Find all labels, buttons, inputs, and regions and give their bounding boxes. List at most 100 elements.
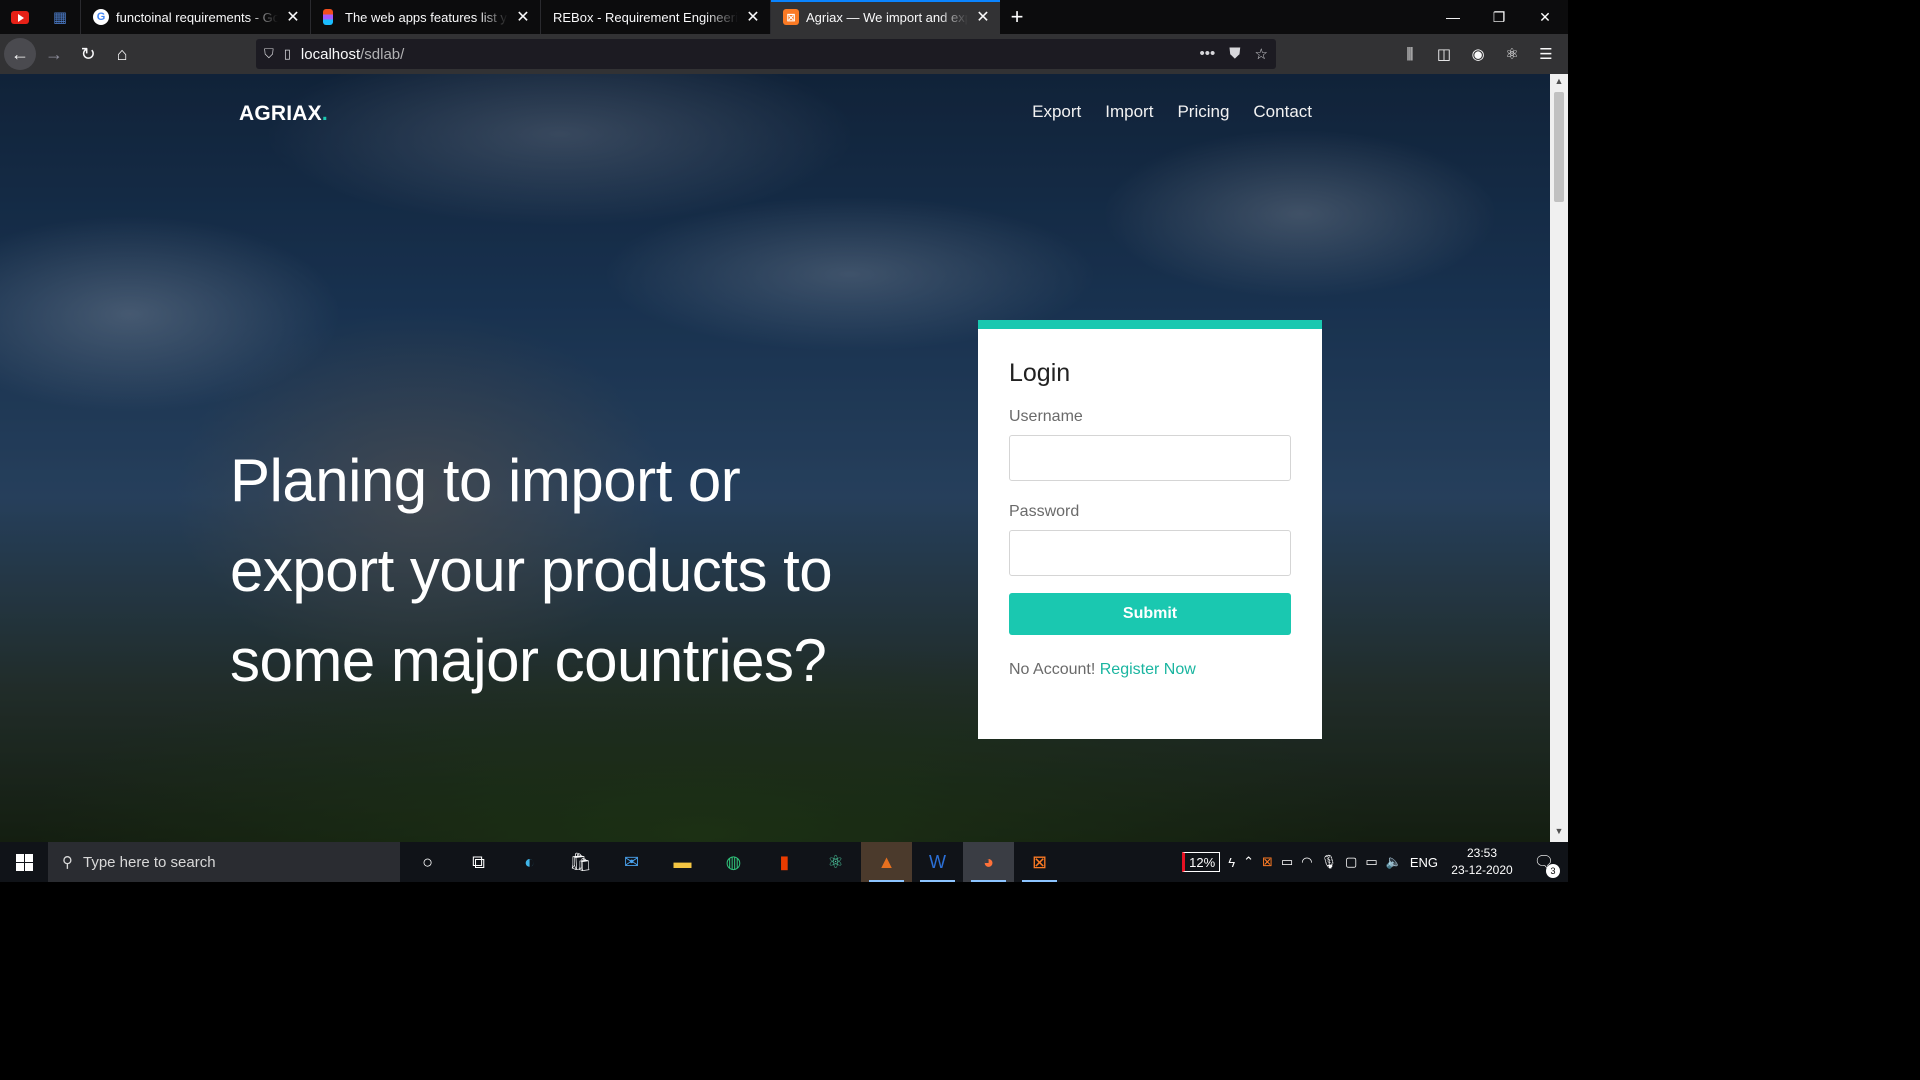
restore-button[interactable]: ❐ bbox=[1476, 0, 1522, 34]
taskbar: ⚲ Type here to search ○ ⧉ ◐ 🛍 ✉ ▬ ◍ ▮ ⚛ … bbox=[0, 842, 1568, 882]
tab-webapps[interactable]: The web apps features list you ✕ bbox=[310, 0, 540, 34]
no-account-text: No Account! bbox=[1009, 661, 1096, 678]
cortana-icon[interactable]: ○ bbox=[402, 842, 453, 882]
close-icon[interactable]: ✕ bbox=[744, 8, 762, 26]
account-icon[interactable]: ◉ bbox=[1464, 38, 1492, 70]
password-input[interactable] bbox=[1009, 530, 1291, 576]
nav-link-pricing[interactable]: Pricing bbox=[1177, 102, 1229, 122]
camera-icon[interactable]: ▭ bbox=[1281, 854, 1293, 870]
login-form: Login Username Password Submit No Accoun… bbox=[978, 320, 1322, 739]
url-path: /sdlab/ bbox=[360, 45, 405, 63]
wifi-icon[interactable]: ◠ bbox=[1301, 854, 1312, 870]
tab-title: functoinal requirements - Goo bbox=[116, 9, 278, 25]
pinned-tab-app[interactable]: ▦ bbox=[40, 0, 80, 34]
taskbar-apps: ○ ⧉ ◐ 🛍 ✉ ▬ ◍ ▮ ⚛ ▲ W ◕ ⊠ bbox=[402, 842, 1065, 882]
bookmark-star-icon[interactable]: ☆ bbox=[1255, 45, 1268, 63]
username-label: Username bbox=[1009, 408, 1083, 425]
tab-rebox[interactable]: REBox - Requirement Engineering ✕ bbox=[540, 0, 770, 34]
home-button[interactable]: ⌂ bbox=[106, 38, 138, 70]
action-icon[interactable]: ▢ bbox=[1345, 854, 1357, 870]
shield-icon[interactable]: ⛉ bbox=[264, 46, 274, 62]
microphone-icon[interactable]: 🎙 bbox=[1321, 854, 1338, 870]
site-nav: Export Import Pricing Contact bbox=[1032, 102, 1312, 122]
tab-title: REBox - Requirement Engineering bbox=[553, 9, 738, 25]
reload-button[interactable]: ↻ bbox=[72, 38, 104, 70]
pocket-icon[interactable]: ⛊ bbox=[1229, 45, 1240, 63]
back-button[interactable]: ← bbox=[4, 38, 36, 70]
extension-icon[interactable]: ⚛ bbox=[1498, 38, 1526, 70]
figma-icon bbox=[323, 9, 333, 25]
register-link[interactable]: Register Now bbox=[1100, 661, 1196, 678]
tab-google[interactable]: G functoinal requirements - Goo ✕ bbox=[80, 0, 310, 34]
browser-tab-bar: ▦ G functoinal requirements - Goo ✕ The … bbox=[0, 0, 1568, 34]
notification-center-button[interactable]: 🗨 3 bbox=[1526, 852, 1562, 878]
close-icon[interactable]: ✕ bbox=[514, 8, 532, 26]
tab-agriax[interactable]: ⊠ Agriax — We import and expor ✕ bbox=[770, 0, 1000, 34]
task-view-icon[interactable]: ⧉ bbox=[453, 842, 504, 882]
nav-link-contact[interactable]: Contact bbox=[1253, 102, 1312, 122]
new-tab-button[interactable]: + bbox=[1000, 0, 1034, 34]
clock-date: 23-12-2020 bbox=[1451, 863, 1513, 877]
matlab-icon[interactable]: ▲ bbox=[861, 842, 912, 882]
scroll-up-arrow-icon[interactable]: ▲ bbox=[1550, 76, 1568, 90]
nav-link-export[interactable]: Export bbox=[1032, 102, 1081, 122]
tab-title: The web apps features list you bbox=[345, 9, 508, 25]
system-tray: 12% ϟ ⌃ ⊠ ▭ ◠ 🎙 ▢ ▭ 🔈 ENG 23:53 23-12-20… bbox=[1182, 845, 1568, 879]
office-icon[interactable]: ▮ bbox=[759, 842, 810, 882]
tab-title: Agriax — We import and expor bbox=[806, 9, 968, 25]
edge-icon[interactable]: ◐ bbox=[504, 842, 555, 882]
url-host: localhost bbox=[300, 45, 361, 63]
page-scrollbar[interactable]: ▲ ▼ bbox=[1550, 74, 1568, 842]
window-controls: — ❐ ✕ bbox=[1430, 0, 1568, 34]
hero-headline: Planing to import or export your product… bbox=[230, 447, 833, 694]
app-icon: ▦ bbox=[52, 9, 68, 26]
close-icon[interactable]: ✕ bbox=[974, 8, 992, 26]
word-icon[interactable]: W bbox=[912, 842, 963, 882]
minimize-button[interactable]: — bbox=[1430, 0, 1476, 34]
google-icon: G bbox=[93, 9, 109, 25]
xampp-tray-icon[interactable]: ⊠ bbox=[1262, 854, 1273, 870]
file-explorer-icon[interactable]: ▬ bbox=[657, 842, 708, 882]
close-window-button[interactable]: ✕ bbox=[1522, 0, 1568, 34]
start-button[interactable] bbox=[0, 842, 48, 882]
username-input[interactable] bbox=[1009, 435, 1291, 481]
site-logo[interactable]: AGRIAX. bbox=[239, 102, 328, 126]
notification-count: 3 bbox=[1546, 864, 1560, 878]
battery-icon[interactable]: ▭ bbox=[1365, 854, 1377, 870]
firefox-icon[interactable]: ◕ bbox=[963, 842, 1014, 882]
scrollbar-thumb[interactable] bbox=[1554, 92, 1564, 202]
language-indicator[interactable]: ENG bbox=[1410, 855, 1438, 870]
taskbar-search[interactable]: ⚲ Type here to search bbox=[48, 842, 400, 882]
sidebar-icon[interactable]: ◫ bbox=[1430, 38, 1458, 70]
show-hidden-icons-icon[interactable]: ⌃ bbox=[1243, 854, 1254, 870]
xampp-icon[interactable]: ⊠ bbox=[1014, 842, 1065, 882]
close-icon[interactable]: ✕ bbox=[284, 8, 302, 26]
brand-name: AGRIAX bbox=[239, 102, 322, 125]
charging-icon: ϟ bbox=[1228, 854, 1236, 870]
xampp-icon: ⊠ bbox=[783, 9, 799, 25]
atom-icon[interactable]: ⚛ bbox=[810, 842, 861, 882]
volume-icon[interactable]: 🔈 bbox=[1386, 854, 1402, 870]
more-actions-icon[interactable]: ••• bbox=[1200, 45, 1216, 63]
battery-indicator[interactable]: 12% bbox=[1182, 852, 1221, 872]
login-title: Login bbox=[1009, 359, 1071, 387]
forward-button[interactable]: → bbox=[38, 38, 70, 70]
clock[interactable]: 23:53 23-12-2020 bbox=[1446, 845, 1518, 879]
hero-section: AGRIAX. Export Import Pricing Contact Pl… bbox=[0, 74, 1550, 842]
mail-icon[interactable]: ✉ bbox=[606, 842, 657, 882]
pinned-tab-youtube[interactable] bbox=[0, 0, 40, 34]
scroll-down-arrow-icon[interactable]: ▼ bbox=[1550, 826, 1568, 840]
app-green-icon[interactable]: ◍ bbox=[708, 842, 759, 882]
library-icon[interactable]: ⫼ bbox=[1396, 38, 1424, 70]
clock-time: 23:53 bbox=[1466, 846, 1498, 860]
nav-link-import[interactable]: Import bbox=[1105, 102, 1153, 122]
search-icon: ⚲ bbox=[62, 854, 73, 871]
submit-button[interactable]: Submit bbox=[1009, 593, 1291, 635]
store-icon[interactable]: 🛍 bbox=[555, 842, 606, 882]
url-bar[interactable]: ⛉ ▯ localhost/sdlab/ ••• ⛊ ☆ bbox=[256, 39, 1276, 69]
page-icon: ▯ bbox=[283, 46, 291, 61]
menu-icon[interactable]: ☰ bbox=[1532, 38, 1560, 70]
brand-dot: . bbox=[321, 102, 328, 125]
youtube-icon bbox=[11, 10, 29, 24]
taskbar-search-placeholder: Type here to search bbox=[83, 853, 216, 871]
